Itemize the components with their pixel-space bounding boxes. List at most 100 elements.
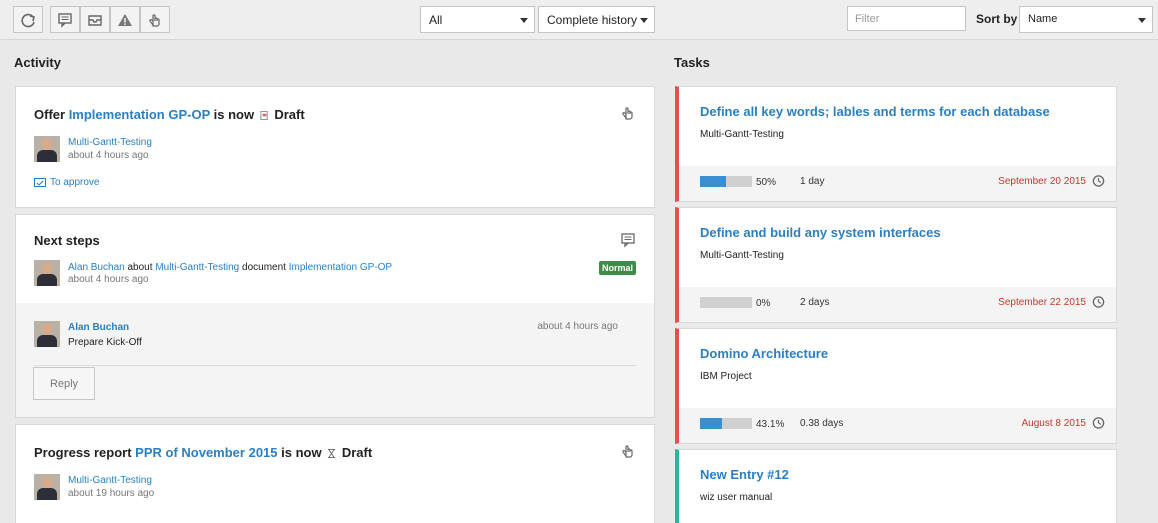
about-text: about [127, 262, 153, 273]
activity-title-mid: is now [213, 107, 255, 122]
comment-text: Prepare Kick-Off [68, 337, 142, 348]
toolbar: All Complete history Sort by Name [0, 0, 1158, 40]
task-footer: 0% 2 days September 22 2015 [679, 287, 1116, 322]
comment-icon[interactable] [620, 232, 636, 248]
progress-bar [700, 418, 752, 429]
avatar [34, 474, 60, 500]
alerts-filter-button[interactable] [110, 6, 140, 33]
tasks-filter-button[interactable] [140, 6, 170, 33]
task-due-date: September 20 2015 [998, 176, 1086, 187]
project-link[interactable]: Multi-Gantt-Testing [68, 475, 152, 486]
chevron-down-icon [640, 18, 648, 23]
task-title-link[interactable]: Domino Architecture [700, 346, 828, 361]
next-steps-meta: Alan Buchan about Multi-Gantt-Testing do… [68, 262, 392, 273]
activity-title-prefix: Progress report [34, 445, 132, 460]
to-approve-link[interactable]: To approve [34, 177, 99, 188]
document-link[interactable]: Implementation GP-OP [289, 262, 392, 273]
status-text: Draft [274, 107, 305, 122]
messages-filter-button[interactable] [80, 6, 110, 33]
offer-link[interactable]: Implementation GP-OP [69, 107, 210, 122]
divider [34, 365, 636, 366]
report-link[interactable]: PPR of November 2015 [135, 445, 277, 460]
task-card[interactable]: Domino Architecture IBM Project 43.1% 0.… [675, 328, 1117, 444]
sort-value: Name [1028, 13, 1058, 25]
history-value: Complete history [547, 13, 638, 27]
chevron-down-icon [1138, 18, 1146, 23]
project-link[interactable]: Multi-Gantt-Testing [68, 137, 152, 148]
approve-icon [34, 178, 46, 188]
timestamp: about 19 hours ago [68, 488, 155, 499]
hand-pointer-icon[interactable] [620, 105, 636, 121]
warning-icon [118, 13, 132, 26]
task-project: wiz user manual [700, 492, 773, 503]
history-select[interactable]: Complete history [538, 6, 655, 33]
chevron-down-icon [520, 18, 528, 23]
status-text: Draft [341, 445, 373, 460]
priority-badge: Normal [598, 261, 636, 275]
reply-button[interactable]: Reply [33, 367, 95, 400]
task-duration: 2 days [800, 297, 830, 308]
sort-by-label: Sort by [976, 12, 1018, 26]
task-card[interactable]: New Entry #12 wiz user manual [675, 449, 1117, 523]
comment-author-link[interactable]: Alan Buchan [68, 322, 129, 333]
hourglass-icon [328, 449, 336, 459]
task-duration: 1 day [800, 176, 825, 187]
next-steps-title: Next steps [34, 233, 100, 248]
task-card[interactable]: Define all key words; lables and terms f… [675, 86, 1117, 202]
comment-thread: Alan Buchan about 4 hours ago Prepare Ki… [16, 303, 654, 417]
progress-label: 43.1% [756, 419, 785, 430]
task-due-date: August 8 2015 [1021, 418, 1087, 429]
timestamp: about 4 hours ago [68, 150, 149, 161]
task-project: Multi-Gantt-Testing [700, 250, 784, 261]
progress-label: 0% [756, 298, 771, 309]
activity-card: Progress report PPR of November 2015 is … [15, 424, 655, 523]
activity-card: Offer Implementation GP-OP is now Draft … [15, 86, 655, 208]
clock-icon[interactable] [1092, 174, 1105, 187]
document-icon [260, 111, 268, 121]
task-footer: 43.1% 0.38 days August 8 2015 [679, 408, 1116, 443]
author-link[interactable]: Alan Buchan [68, 262, 125, 273]
clock-icon[interactable] [1092, 295, 1105, 308]
avatar [34, 136, 60, 162]
type-filter-value: All [429, 13, 443, 27]
progress-fill [700, 176, 726, 187]
activity-card: Next steps Alan Buchan about Multi-Gantt… [15, 214, 655, 418]
document-word: document [242, 262, 286, 273]
refresh-button[interactable] [13, 6, 43, 33]
progress-label: 50% [756, 177, 777, 188]
task-due-date: September 22 2015 [998, 297, 1086, 308]
type-filter-select[interactable]: All [420, 6, 535, 33]
avatar [34, 260, 60, 286]
activity-title-prefix: Offer [34, 107, 66, 122]
clock-icon[interactable] [1092, 416, 1105, 429]
task-project: Multi-Gantt-Testing [700, 129, 784, 140]
refresh-icon [21, 13, 35, 27]
task-footer: 50% 1 day September 20 2015 [679, 166, 1116, 201]
progress-fill [700, 418, 723, 429]
activity-heading: Activity [14, 55, 61, 70]
inbox-icon [88, 14, 102, 26]
hand-pointer-icon[interactable] [620, 443, 636, 459]
task-title-link[interactable]: Define and build any system interfaces [700, 225, 941, 240]
progress-bar [700, 297, 752, 308]
avatar [34, 321, 60, 347]
timestamp: about 4 hours ago [68, 274, 149, 285]
tasks-heading: Tasks [674, 55, 710, 70]
task-title-link[interactable]: New Entry #12 [700, 467, 789, 482]
hand-pointer-icon [149, 13, 160, 27]
comment-timestamp: about 4 hours ago [537, 321, 618, 332]
activity-title: Offer Implementation GP-OP is now Draft [34, 107, 305, 122]
activity-title-mid: is now [281, 445, 322, 460]
to-approve-label: To approve [50, 177, 100, 188]
task-project: IBM Project [700, 371, 752, 382]
task-duration: 0.38 days [800, 418, 844, 429]
filter-input[interactable] [847, 6, 966, 31]
task-card[interactable]: Define and build any system interfaces M… [675, 207, 1117, 323]
comment-icon [58, 12, 72, 28]
activity-title: Progress report PPR of November 2015 is … [34, 445, 372, 460]
task-title-link[interactable]: Define all key words; lables and terms f… [700, 104, 1050, 119]
project-link[interactable]: Multi-Gantt-Testing [155, 262, 239, 273]
progress-bar [700, 176, 752, 187]
sort-select[interactable]: Name [1019, 6, 1153, 33]
comments-filter-button[interactable] [50, 6, 80, 33]
